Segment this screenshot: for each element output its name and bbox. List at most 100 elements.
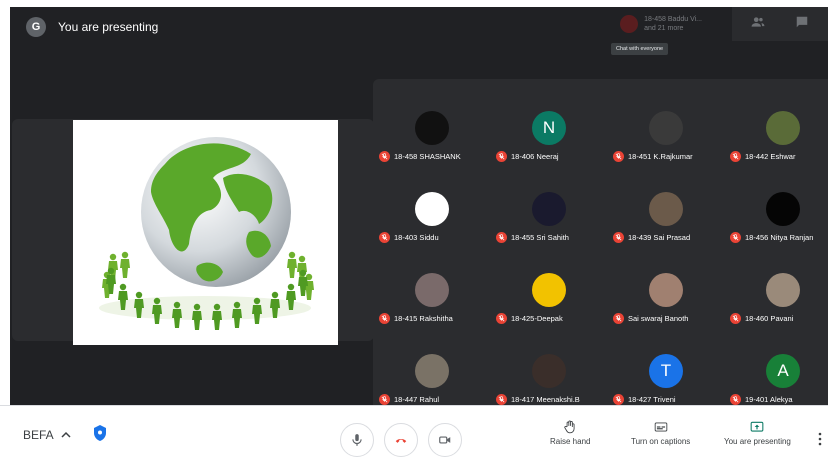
mic-off-icon: [730, 232, 741, 243]
mic-off-icon: [379, 313, 390, 324]
mic-off-icon: [613, 232, 624, 243]
shield-icon[interactable]: [94, 425, 106, 441]
mic-off-icon: [730, 151, 741, 162]
participant-name-row: 18-427 Triveni: [613, 394, 676, 405]
participant-name: 18-427 Triveni: [628, 395, 676, 404]
participant-name: 18-415 Rakshitha: [394, 314, 453, 323]
participant-tile[interactable]: N 18-406 Neeraj: [494, 91, 610, 171]
participant-name: 18-447 Rahul: [394, 395, 440, 404]
participant-name: 18-455 Sri Sahith: [511, 233, 569, 242]
chevron-up-icon: [61, 431, 71, 438]
participant-tile[interactable]: 18-417 Meenakshi.B: [494, 334, 610, 405]
participant-name-row: 18-451 K.Rajkumar: [613, 151, 693, 162]
participant-avatar: [649, 273, 683, 307]
participant-avatar: [649, 192, 683, 226]
participant-tile[interactable]: 18-447 Rahul: [377, 334, 493, 405]
present-screen-icon: [751, 421, 764, 432]
participant-avatar: [766, 273, 800, 307]
participant-grid: 18-458 SHASHANK N 18-406 Neeraj 18-451 K.Ra…: [373, 79, 828, 405]
participant-tile[interactable]: 18-456 Nitya Ranjan: [728, 172, 828, 252]
participant-name-row: 18-447 Rahul: [379, 394, 439, 405]
participant-tile[interactable]: 18-460 Pavani: [728, 253, 828, 333]
participant-avatar: [649, 111, 683, 145]
present-button[interactable]: You are presenting: [724, 420, 791, 446]
presenter-avatar: [620, 15, 639, 33]
participant-tile[interactable]: 18-442 Eshwar: [728, 91, 828, 171]
participant-avatar: N: [532, 111, 566, 145]
participant-name: 18-456 Nitya Ranjan: [745, 233, 814, 242]
camera-button[interactable]: [428, 423, 462, 457]
participant-avatar: [532, 192, 566, 226]
participant-name-row: 18-458 SHASHANK: [379, 151, 461, 162]
mic-off-icon: [730, 313, 741, 324]
participant-name: 18-442 Eshwar: [745, 152, 796, 161]
participant-tile[interactable]: 18-439 Sai Prasad: [611, 172, 727, 252]
globe-people-illustration: [99, 137, 314, 330]
participant-name-row: 18-442 Eshwar: [730, 151, 795, 162]
participant-name-row: 18-455 Sri Sahith: [496, 232, 569, 243]
participant-name: 18-406 Neeraj: [511, 152, 559, 161]
meeting-code: BEFA: [23, 428, 54, 442]
mic-off-icon: [496, 313, 507, 324]
participant-avatar: [415, 354, 449, 388]
participant-tile[interactable]: A 19-401 Alekya: [728, 334, 828, 405]
leave-call-button[interactable]: [384, 423, 418, 457]
mic-off-icon: [379, 232, 390, 243]
microphone-icon: [352, 434, 362, 446]
top-icon-group: [732, 7, 828, 41]
participant-name: Sai swaraj Banoth: [628, 314, 689, 323]
participant-name: 18-425-Deepak: [511, 314, 563, 323]
presenter-chip[interactable]: 18-458 Baddu Vi... and 21 more: [620, 15, 702, 33]
chat-tooltip: Chat with everyone: [611, 43, 669, 55]
avatar-letter: A: [777, 361, 789, 380]
participant-name-row: 18-425-Deepak: [496, 313, 563, 324]
participant-tile[interactable]: T 18-427 Triveni: [611, 334, 727, 405]
participant-avatar: [415, 111, 449, 145]
more-options-icon[interactable]: [818, 432, 822, 446]
participant-tile[interactable]: 18-455 Sri Sahith: [494, 172, 610, 252]
chat-button[interactable]: [795, 15, 809, 34]
captions-icon: [654, 422, 667, 432]
raise-hand-button[interactable]: Raise hand: [550, 420, 590, 446]
mic-off-icon: [496, 394, 507, 405]
participant-tile[interactable]: 18-451 K.Rajkumar: [611, 91, 727, 171]
presenting-header: G You are presenting: [26, 17, 158, 37]
participant-tile[interactable]: 18-403 Siddu: [377, 172, 493, 252]
people-icon: [751, 16, 765, 27]
participant-name-row: Sai swaraj Banoth: [613, 313, 688, 324]
top-right-controls: 18-458 Baddu Vi... and 21 more: [620, 7, 828, 41]
participant-name-row: 18-460 Pavani: [730, 313, 793, 324]
captions-label: Turn on captions: [631, 437, 691, 446]
avatar-letter: N: [542, 118, 556, 137]
participant-name: 19-401 Alekya: [745, 395, 793, 404]
participant-name: 18-417 Meenakshi.B: [511, 395, 580, 404]
user-avatar[interactable]: G: [26, 17, 46, 37]
participant-name: 18-451 K.Rajkumar: [628, 152, 693, 161]
meeting-details-button[interactable]: BEFA: [23, 428, 71, 442]
participant-name-row: 18-403 Siddu: [379, 232, 439, 243]
participant-avatar: A: [766, 354, 800, 388]
mic-off-icon: [613, 394, 624, 405]
participant-name-row: 18-417 Meenakshi.B: [496, 394, 580, 405]
participant-name: 18-439 Sai Prasad: [628, 233, 691, 242]
microphone-button[interactable]: [340, 423, 374, 457]
participant-tile[interactable]: 18-425-Deepak: [494, 253, 610, 333]
shared-slide: [73, 120, 338, 345]
mic-off-icon: [613, 313, 624, 324]
participant-avatar: [415, 273, 449, 307]
participant-avatar: [532, 273, 566, 307]
hang-up-icon: [395, 438, 407, 443]
hand-icon: [564, 420, 575, 434]
captions-button[interactable]: Turn on captions: [631, 420, 690, 446]
participant-name-row: 18-439 Sai Prasad: [613, 232, 690, 243]
bottom-toolbar: BEFA Raise hand Turn on captions You are…: [0, 405, 828, 459]
participant-name: 18-403 Siddu: [394, 233, 439, 242]
mic-off-icon: [496, 151, 507, 162]
presenter-chip-line2: and 21 more: [644, 25, 684, 32]
chat-icon: [796, 16, 808, 27]
participant-tile[interactable]: 18-458 SHASHANK: [377, 91, 493, 171]
participant-tile[interactable]: Sai swaraj Banoth: [611, 253, 727, 333]
participant-tile[interactable]: 18-415 Rakshitha: [377, 253, 493, 333]
people-button[interactable]: [751, 15, 765, 34]
participant-avatar: [415, 192, 449, 226]
